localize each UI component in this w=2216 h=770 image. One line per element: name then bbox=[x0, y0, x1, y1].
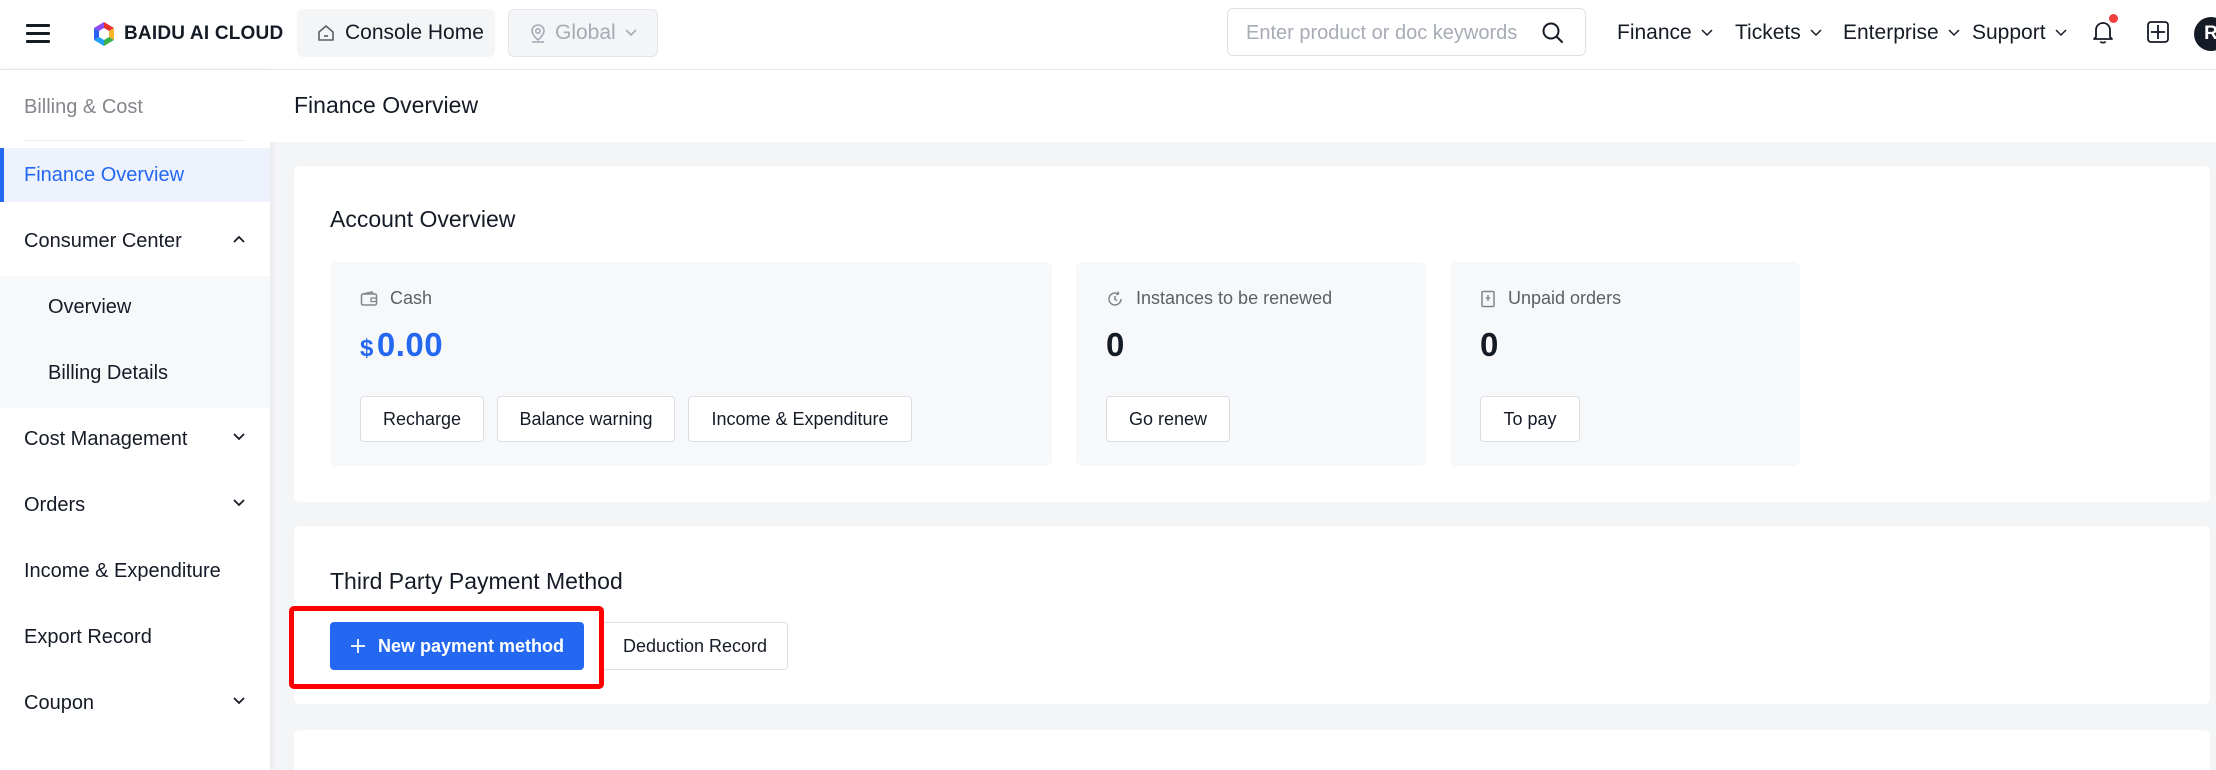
sidebar-item-label: Finance Overview bbox=[24, 163, 185, 186]
unpaid-orders-panel: Unpaid orders 0 To pay bbox=[1450, 262, 1800, 466]
sidebar-divider bbox=[24, 140, 246, 141]
baidu-ai-cloud-logo[interactable]: BAIDU AI CLOUD bbox=[92, 20, 283, 48]
sidebar-item-coupon[interactable]: Coupon bbox=[0, 676, 270, 730]
account-overview-title: Account Overview bbox=[330, 206, 516, 232]
wallet-icon bbox=[360, 290, 378, 306]
nav-enterprise-label: Enterprise bbox=[1843, 21, 1939, 44]
page-header-strip bbox=[270, 70, 2216, 142]
cash-value: $0.00 bbox=[360, 326, 443, 364]
third-party-payment-title: Third Party Payment Method bbox=[330, 568, 623, 594]
finance-console-page: BAIDU AI CLOUD Console Home Global Enter… bbox=[0, 0, 2216, 770]
chevron-down-icon bbox=[2055, 29, 2067, 37]
currency-symbol: $ bbox=[360, 335, 374, 362]
nav-finance-label: Finance bbox=[1617, 21, 1692, 44]
apps-grid-icon[interactable] bbox=[2146, 20, 2170, 49]
hamburger-menu-icon[interactable] bbox=[24, 20, 52, 48]
chevron-down-icon bbox=[1948, 29, 1960, 37]
sidebar-item-consumer-center[interactable]: Consumer Center bbox=[0, 214, 270, 268]
balance-warning-button[interactable]: Balance warning bbox=[497, 396, 675, 442]
sidebar-item-overview[interactable]: Overview bbox=[0, 280, 270, 334]
deduction-record-button[interactable]: Deduction Record bbox=[602, 622, 788, 670]
unpaid-count: 0 bbox=[1480, 326, 1499, 363]
renew-count: 0 bbox=[1106, 326, 1125, 363]
renew-label-row: Instances to be renewed bbox=[1106, 288, 1332, 309]
order-document-icon bbox=[1481, 290, 1495, 307]
region-selector[interactable]: Global bbox=[508, 9, 658, 57]
to-pay-button[interactable]: To pay bbox=[1480, 396, 1580, 442]
sidebar-item-cost-management[interactable]: Cost Management bbox=[0, 412, 270, 466]
new-payment-method-label: New payment method bbox=[377, 635, 565, 656]
sidebar-item-label: Billing Details bbox=[48, 361, 169, 384]
home-icon bbox=[318, 25, 334, 41]
logo-hexagon-icon bbox=[94, 22, 114, 46]
console-home-label: Console Home bbox=[345, 21, 484, 44]
sidebar-item-label: Orders bbox=[24, 493, 86, 516]
search-icon[interactable] bbox=[1541, 21, 1565, 50]
new-payment-method-button[interactable]: New payment method bbox=[330, 622, 584, 670]
chevron-down-icon bbox=[233, 499, 245, 507]
unpaid-label: Unpaid orders bbox=[1508, 288, 1622, 308]
nav-finance[interactable]: Finance bbox=[1617, 18, 1714, 48]
plus-icon bbox=[350, 639, 365, 653]
location-pin-icon bbox=[531, 24, 545, 43]
search-box bbox=[1227, 8, 1586, 56]
sidebar-item-label: Income & Expenditure bbox=[24, 559, 221, 582]
renew-clock-icon bbox=[1108, 290, 1122, 306]
sidebar-title: Billing & Cost bbox=[24, 96, 143, 118]
nav-support-label: Support bbox=[1972, 21, 2046, 44]
top-bar: BAIDU AI CLOUD Console Home Global Enter… bbox=[0, 0, 2216, 70]
chevron-down-icon bbox=[625, 29, 637, 37]
nav-tickets-label: Tickets bbox=[1735, 21, 1801, 44]
nav-tickets[interactable]: Tickets bbox=[1735, 18, 1823, 48]
nav-enterprise[interactable]: Enterprise bbox=[1843, 18, 1961, 48]
notification-dot bbox=[2109, 14, 2118, 23]
user-avatar[interactable]: R bbox=[2194, 17, 2216, 51]
sidebar-item-label: Export Record bbox=[24, 625, 152, 648]
renew-label: Instances to be renewed bbox=[1136, 288, 1333, 308]
chevron-down-icon bbox=[1810, 29, 1822, 37]
go-renew-button[interactable]: Go renew bbox=[1106, 396, 1230, 442]
next-section-card bbox=[294, 730, 2210, 770]
sidebar-item-label: Overview bbox=[48, 295, 132, 318]
nav-support[interactable]: Support bbox=[1972, 18, 2068, 48]
cash-label-row: Cash bbox=[360, 288, 432, 309]
region-label: Global bbox=[555, 21, 616, 44]
sidebar-item-label: Consumer Center bbox=[24, 229, 182, 252]
cash-label: Cash bbox=[390, 288, 433, 308]
sidebar-item-export-record[interactable]: Export Record bbox=[0, 610, 270, 664]
cash-panel: Cash $0.00 Recharge Balance warning Inco… bbox=[330, 262, 1052, 466]
sidebar-item-label: Coupon bbox=[24, 691, 95, 714]
sidebar-item-income-expenditure[interactable]: Income & Expenditure bbox=[0, 544, 270, 598]
sidebar: Billing & Cost Finance Overview Consumer… bbox=[0, 70, 270, 770]
search-input[interactable] bbox=[1246, 19, 1536, 47]
unpaid-label-row: Unpaid orders bbox=[1480, 288, 1621, 309]
sidebar-item-label: Cost Management bbox=[24, 427, 188, 450]
sidebar-item-finance-overview[interactable]: Finance Overview bbox=[0, 148, 270, 202]
third-party-payment-card: Third Party Payment Method New payment m… bbox=[294, 526, 2210, 704]
notification-bell-icon[interactable] bbox=[2092, 19, 2114, 50]
chevron-up-icon bbox=[233, 235, 245, 243]
sidebar-item-billing-details[interactable]: Billing Details bbox=[0, 346, 270, 400]
chevron-down-icon bbox=[233, 697, 245, 705]
sidebar-item-orders[interactable]: Orders bbox=[0, 478, 270, 532]
recharge-button[interactable]: Recharge bbox=[360, 396, 484, 442]
console-home-button[interactable]: Console Home bbox=[297, 9, 495, 57]
chevron-down-icon bbox=[233, 433, 245, 441]
logo-text: BAIDU AI CLOUD bbox=[124, 23, 284, 44]
cash-amount: 0.00 bbox=[376, 326, 444, 363]
income-expenditure-button[interactable]: Income & Expenditure bbox=[688, 396, 912, 442]
account-overview-card: Account Overview Cash $0.00 Recharge Bal… bbox=[294, 166, 2210, 502]
chevron-down-icon bbox=[1701, 29, 1713, 37]
renew-panel: Instances to be renewed 0 Go renew bbox=[1076, 262, 1426, 466]
page-title: Finance Overview bbox=[294, 92, 479, 118]
